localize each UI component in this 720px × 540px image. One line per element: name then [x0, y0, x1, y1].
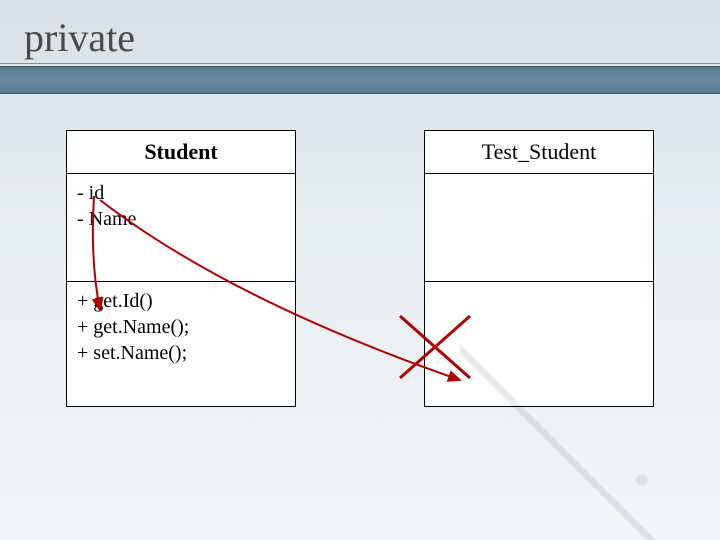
class-name: Test_Student [425, 131, 653, 174]
class-attributes [425, 174, 653, 282]
op-setname: + set.Name(); [77, 340, 285, 366]
uml-class-student: Student - id - Name + get.Id() + get.Nam… [66, 130, 296, 407]
class-name: Student [67, 131, 295, 174]
uml-class-test-student: Test_Student [424, 130, 654, 407]
class-operations [425, 282, 653, 406]
class-operations: + get.Id() + get.Name(); + set.Name(); [67, 282, 295, 406]
header-band [0, 66, 720, 94]
attr-name: - Name [77, 206, 285, 232]
attr-id: - id [77, 180, 285, 206]
op-getid: + get.Id() [77, 288, 285, 314]
class-attributes: - id - Name [67, 174, 295, 282]
slide-title: private [24, 14, 135, 61]
op-getname: + get.Name(); [77, 314, 285, 340]
